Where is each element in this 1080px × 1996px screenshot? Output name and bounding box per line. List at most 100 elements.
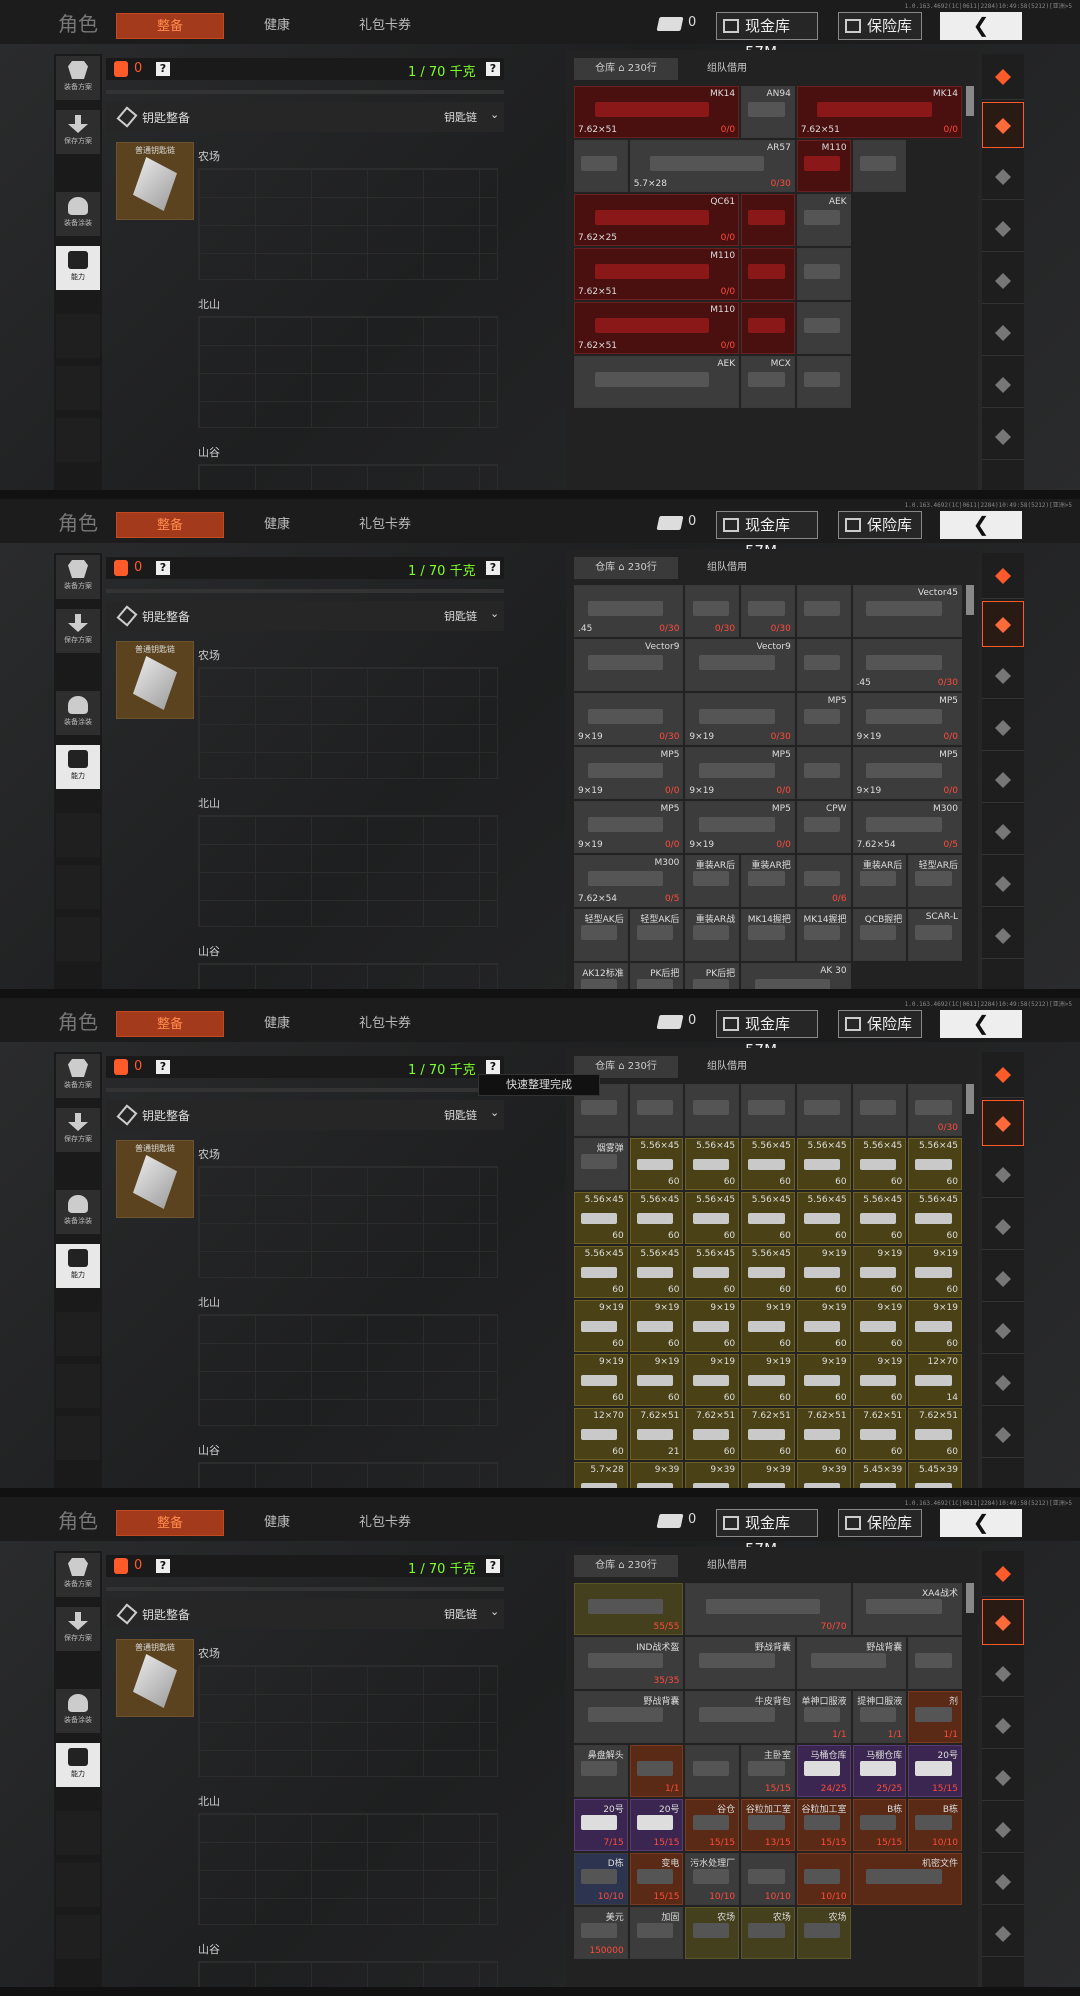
category-all-button[interactable] — [982, 1599, 1024, 1645]
tab-health[interactable]: 健康 — [236, 1510, 318, 1536]
inventory-item[interactable]: 12×70 60 — [574, 1408, 628, 1460]
category-magazine-button[interactable] — [982, 1755, 1024, 1801]
category-all-button[interactable] — [982, 102, 1024, 148]
sort-button[interactable] — [982, 553, 1024, 599]
help-button[interactable]: ? — [486, 1060, 500, 1074]
inventory-item[interactable]: 9×19 60 — [685, 1300, 740, 1352]
category-all-button[interactable] — [982, 1100, 1024, 1146]
inventory-item[interactable]: AEK — [574, 356, 740, 408]
key-chain-item[interactable]: 普通钥匙链 — [116, 641, 194, 719]
ability-button[interactable]: 能力 — [56, 1743, 100, 1787]
inventory-item[interactable]: SCAR-L — [908, 909, 962, 961]
cash-vault-button[interactable]: 现金库 57M — [716, 511, 818, 560]
inventory-item[interactable]: AR57 5.7×28 0/30 — [629, 140, 795, 192]
inventory-item[interactable]: PK后把 — [685, 963, 740, 989]
inventory-item[interactable]: 轻型AK后 — [574, 909, 628, 961]
inventory-item[interactable]: M300 7.62×54 0/5 — [574, 855, 684, 907]
inventory-item[interactable]: 重装AR后 — [852, 855, 907, 907]
storage-scrollbar[interactable] — [966, 585, 974, 615]
inventory-item[interactable]: 5.56×45 60 — [685, 1246, 740, 1298]
key-chain-select[interactable]: 钥匙链 — [444, 109, 477, 125]
ability-button[interactable]: 能力 — [56, 745, 100, 789]
inventory-item[interactable]: 5.56×45 60 — [741, 1138, 795, 1190]
key-chain-select[interactable]: 钥匙链 — [444, 1606, 477, 1622]
inventory-item[interactable]: 0/30 — [685, 585, 740, 637]
equip-skin-button[interactable]: 装备涂装 — [56, 1190, 100, 1234]
category-attachment-button[interactable] — [982, 310, 1024, 356]
inventory-item[interactable]: 烟雾弹 — [574, 1138, 628, 1190]
inventory-item[interactable]: 5.7×28 — [574, 1462, 628, 1488]
inventory-item[interactable]: M110 7.62×51 0/0 — [574, 248, 740, 300]
inventory-item[interactable]: .45 0/30 — [574, 585, 684, 637]
key-rig-row[interactable]: 钥匙整备 钥匙链 ⌄ — [106, 1100, 504, 1130]
inventory-item[interactable]: 9×19 60 — [685, 1354, 740, 1406]
inventory-item[interactable]: 9×19 60 — [796, 1300, 851, 1352]
key-slot-grid-valley[interactable] — [198, 1961, 498, 1987]
inventory-item[interactable] — [741, 302, 795, 354]
tab-vault[interactable]: 仓库 ⌂ 230行 — [574, 58, 678, 80]
help-button[interactable]: ? — [486, 1559, 500, 1573]
sort-button[interactable] — [982, 1551, 1024, 1597]
inventory-item[interactable]: 9×19 60 — [574, 1354, 628, 1406]
safe-box-button[interactable]: 保险库 — [838, 12, 922, 40]
key-slot-grid-valley[interactable] — [198, 464, 498, 490]
back-button[interactable]: ❮ — [940, 12, 1022, 40]
inventory-item[interactable] — [796, 302, 851, 354]
storage-scrollbar[interactable] — [966, 1084, 974, 1114]
tab-health[interactable]: 健康 — [236, 1011, 318, 1037]
key-slot-grid-valley[interactable] — [198, 963, 498, 989]
inventory-item[interactable]: MK14 7.62×51 0/0 — [574, 86, 740, 138]
inventory-item[interactable] — [796, 248, 851, 300]
cash-vault-button[interactable]: 现金库 57M — [716, 1010, 818, 1059]
key-chain-select[interactable]: 钥匙链 — [444, 608, 477, 624]
ability-button[interactable]: 能力 — [56, 246, 100, 290]
ability-button[interactable]: 能力 — [56, 1244, 100, 1288]
inventory-item[interactable]: 7.62×51 21 — [629, 1408, 684, 1460]
inventory-item[interactable]: AN94 — [741, 86, 795, 138]
inventory-item[interactable]: 9×39 — [629, 1462, 684, 1488]
inventory-item[interactable]: AK12标准 — [574, 963, 628, 989]
inventory-item[interactable]: 马棚仓库 25/25 — [852, 1745, 907, 1797]
back-button[interactable]: ❮ — [940, 1509, 1022, 1537]
key-rig-row[interactable]: 钥匙整备 钥匙链 ⌄ — [106, 601, 504, 631]
tab-vault[interactable]: 仓库 ⌂ 230行 — [574, 557, 678, 579]
inventory-item[interactable]: 轻型AK后 — [629, 909, 684, 961]
equip-skin-button[interactable]: 装备涂装 — [56, 691, 100, 735]
tab-gift-cards[interactable]: 礼包卡券 — [335, 1510, 435, 1536]
inventory-item[interactable]: 1/1 — [629, 1745, 684, 1797]
inventory-item[interactable]: 农场 — [796, 1907, 851, 1959]
inventory-item[interactable]: 5.56×45 60 — [796, 1138, 851, 1190]
inventory-item[interactable] — [852, 140, 907, 192]
tab-equip[interactable]: 整备 — [116, 13, 224, 39]
inventory-item[interactable]: 5.45×39 — [908, 1462, 962, 1488]
chevron-down-icon[interactable]: ⌄ — [490, 1106, 499, 1119]
help-button[interactable]: ? — [156, 561, 170, 575]
inventory-item[interactable]: 轻型AR后 — [908, 855, 962, 907]
cash-vault-button[interactable]: 现金库 57M — [716, 12, 818, 61]
chevron-down-icon[interactable]: ⌄ — [490, 607, 499, 620]
inventory-item[interactable]: .45 0/30 — [852, 639, 962, 691]
inventory-item[interactable]: 5.56×45 60 — [629, 1138, 684, 1190]
inventory-item[interactable]: MP5 9×19 0/0 — [685, 747, 795, 799]
help-button[interactable]: ? — [156, 1559, 170, 1573]
inventory-item[interactable]: 9×19 60 — [852, 1246, 907, 1298]
inventory-item[interactable]: 污水处理厂 10/10 — [685, 1853, 740, 1905]
inventory-item[interactable] — [741, 194, 795, 246]
inventory-item[interactable]: 5.45×39 — [852, 1462, 907, 1488]
tab-gift-cards[interactable]: 礼包卡券 — [335, 13, 435, 39]
inventory-item[interactable]: 5.56×45 60 — [741, 1246, 795, 1298]
sort-button[interactable] — [982, 54, 1024, 100]
inventory-item[interactable]: 12×70 14 — [908, 1354, 962, 1406]
inventory-item[interactable]: 谷粒加工室 15/15 — [796, 1799, 851, 1851]
key-rig-row[interactable]: 钥匙整备 钥匙链 ⌄ — [106, 102, 504, 132]
inventory-item[interactable]: 牛皮背包 — [685, 1691, 795, 1743]
inventory-item[interactable] — [796, 585, 851, 637]
key-chain-select[interactable]: 钥匙链 — [444, 1107, 477, 1123]
back-button[interactable]: ❮ — [940, 511, 1022, 539]
category-weapon-button[interactable] — [982, 1703, 1024, 1749]
inventory-item[interactable]: Vector45 — [852, 585, 962, 637]
save-plan-button[interactable]: 保存方案 — [56, 1607, 100, 1651]
inventory-item[interactable]: 农场 — [685, 1907, 740, 1959]
inventory-item[interactable] — [741, 248, 795, 300]
inventory-item[interactable]: 55/55 — [574, 1583, 684, 1635]
